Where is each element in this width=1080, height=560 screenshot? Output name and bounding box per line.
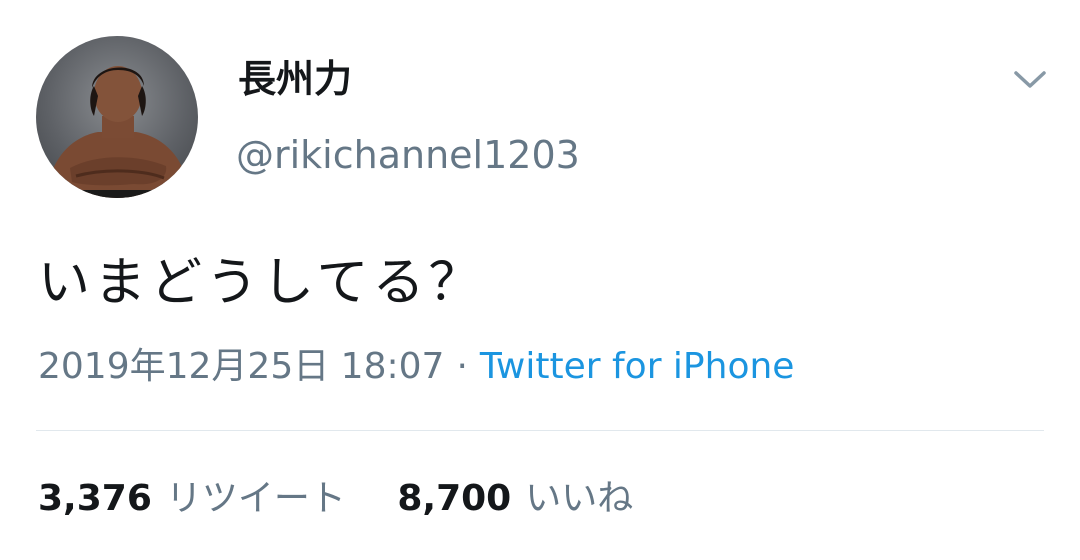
tweet-meta: 2019年12月25日 18:07 · Twitter for iPhone — [38, 342, 794, 392]
tweet-stats: 3,376 リツイート 8,700 いいね — [38, 474, 633, 524]
tweet-card: 長州力 @rikichannel1203 いまどうしてる？ 2019年12月25… — [0, 0, 1080, 560]
profile-photo-icon — [46, 66, 190, 198]
tweet-source-link[interactable]: Twitter for iPhone — [480, 346, 795, 387]
meta-separator: · — [456, 346, 468, 387]
retweets-stat[interactable]: 3,376 リツイート — [38, 474, 346, 524]
tweet-timestamp[interactable]: 2019年12月25日 18:07 — [38, 346, 444, 387]
retweets-count: 3,376 — [38, 478, 152, 519]
chevron-down-icon[interactable] — [1010, 64, 1050, 94]
user-handle[interactable]: @rikichannel1203 — [236, 132, 580, 178]
likes-stat[interactable]: 8,700 いいね — [397, 474, 633, 524]
user-avatar[interactable] — [36, 36, 198, 198]
display-name[interactable]: 長州力 — [238, 56, 352, 102]
tweet-text: いまどうしてる？ — [38, 253, 485, 313]
likes-label: いいね — [525, 478, 634, 519]
likes-count: 8,700 — [397, 478, 512, 519]
divider — [36, 430, 1044, 431]
retweets-label: リツイート — [165, 478, 346, 519]
